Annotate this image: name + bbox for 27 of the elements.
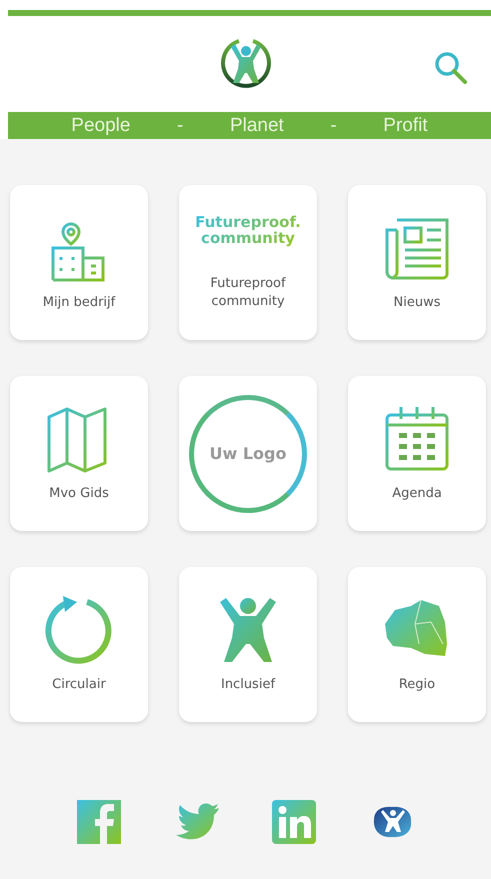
tile-label: Regio [398, 676, 436, 694]
menu-tile[interactable]: Circulair [10, 567, 148, 722]
tagline-word: Planet [230, 114, 284, 136]
tile-label: Nieuws [392, 294, 442, 312]
menu-tile[interactable]: Nieuws [348, 185, 486, 340]
linkedin-icon[interactable] [270, 798, 318, 846]
tile-label: Agenda [391, 485, 443, 504]
tile-label: Inclusief [220, 676, 276, 694]
tagline-word: - [177, 114, 184, 136]
menu-tile[interactable]: Agenda [348, 376, 486, 531]
logo-placeholder: Uw Logo [189, 394, 307, 512]
tile-label: Mvo Gids [48, 485, 110, 504]
tile-label: Circulair [51, 676, 107, 694]
tile-label: Mijn bedrijf [42, 294, 116, 312]
tagline-word: People [71, 114, 130, 136]
search-icon[interactable] [433, 50, 469, 86]
app-logo [218, 37, 272, 91]
tagline-word: Profit [383, 114, 428, 136]
community-logo: Futureproof. community [195, 214, 301, 247]
menu-tile[interactable]: Mijn bedrijf [10, 185, 148, 340]
menu-tile[interactable]: Regio [348, 567, 486, 722]
tile-label: Futureproof community [209, 274, 287, 311]
menu-tile[interactable]: Mvo Gids [10, 376, 148, 531]
menu-tile[interactable]: Futureproof. community Futureproof community [179, 185, 317, 340]
tagline-word: - [330, 114, 337, 136]
facebook-icon[interactable] [74, 798, 123, 846]
menu-tile[interactable]: Inclusief [179, 567, 317, 722]
